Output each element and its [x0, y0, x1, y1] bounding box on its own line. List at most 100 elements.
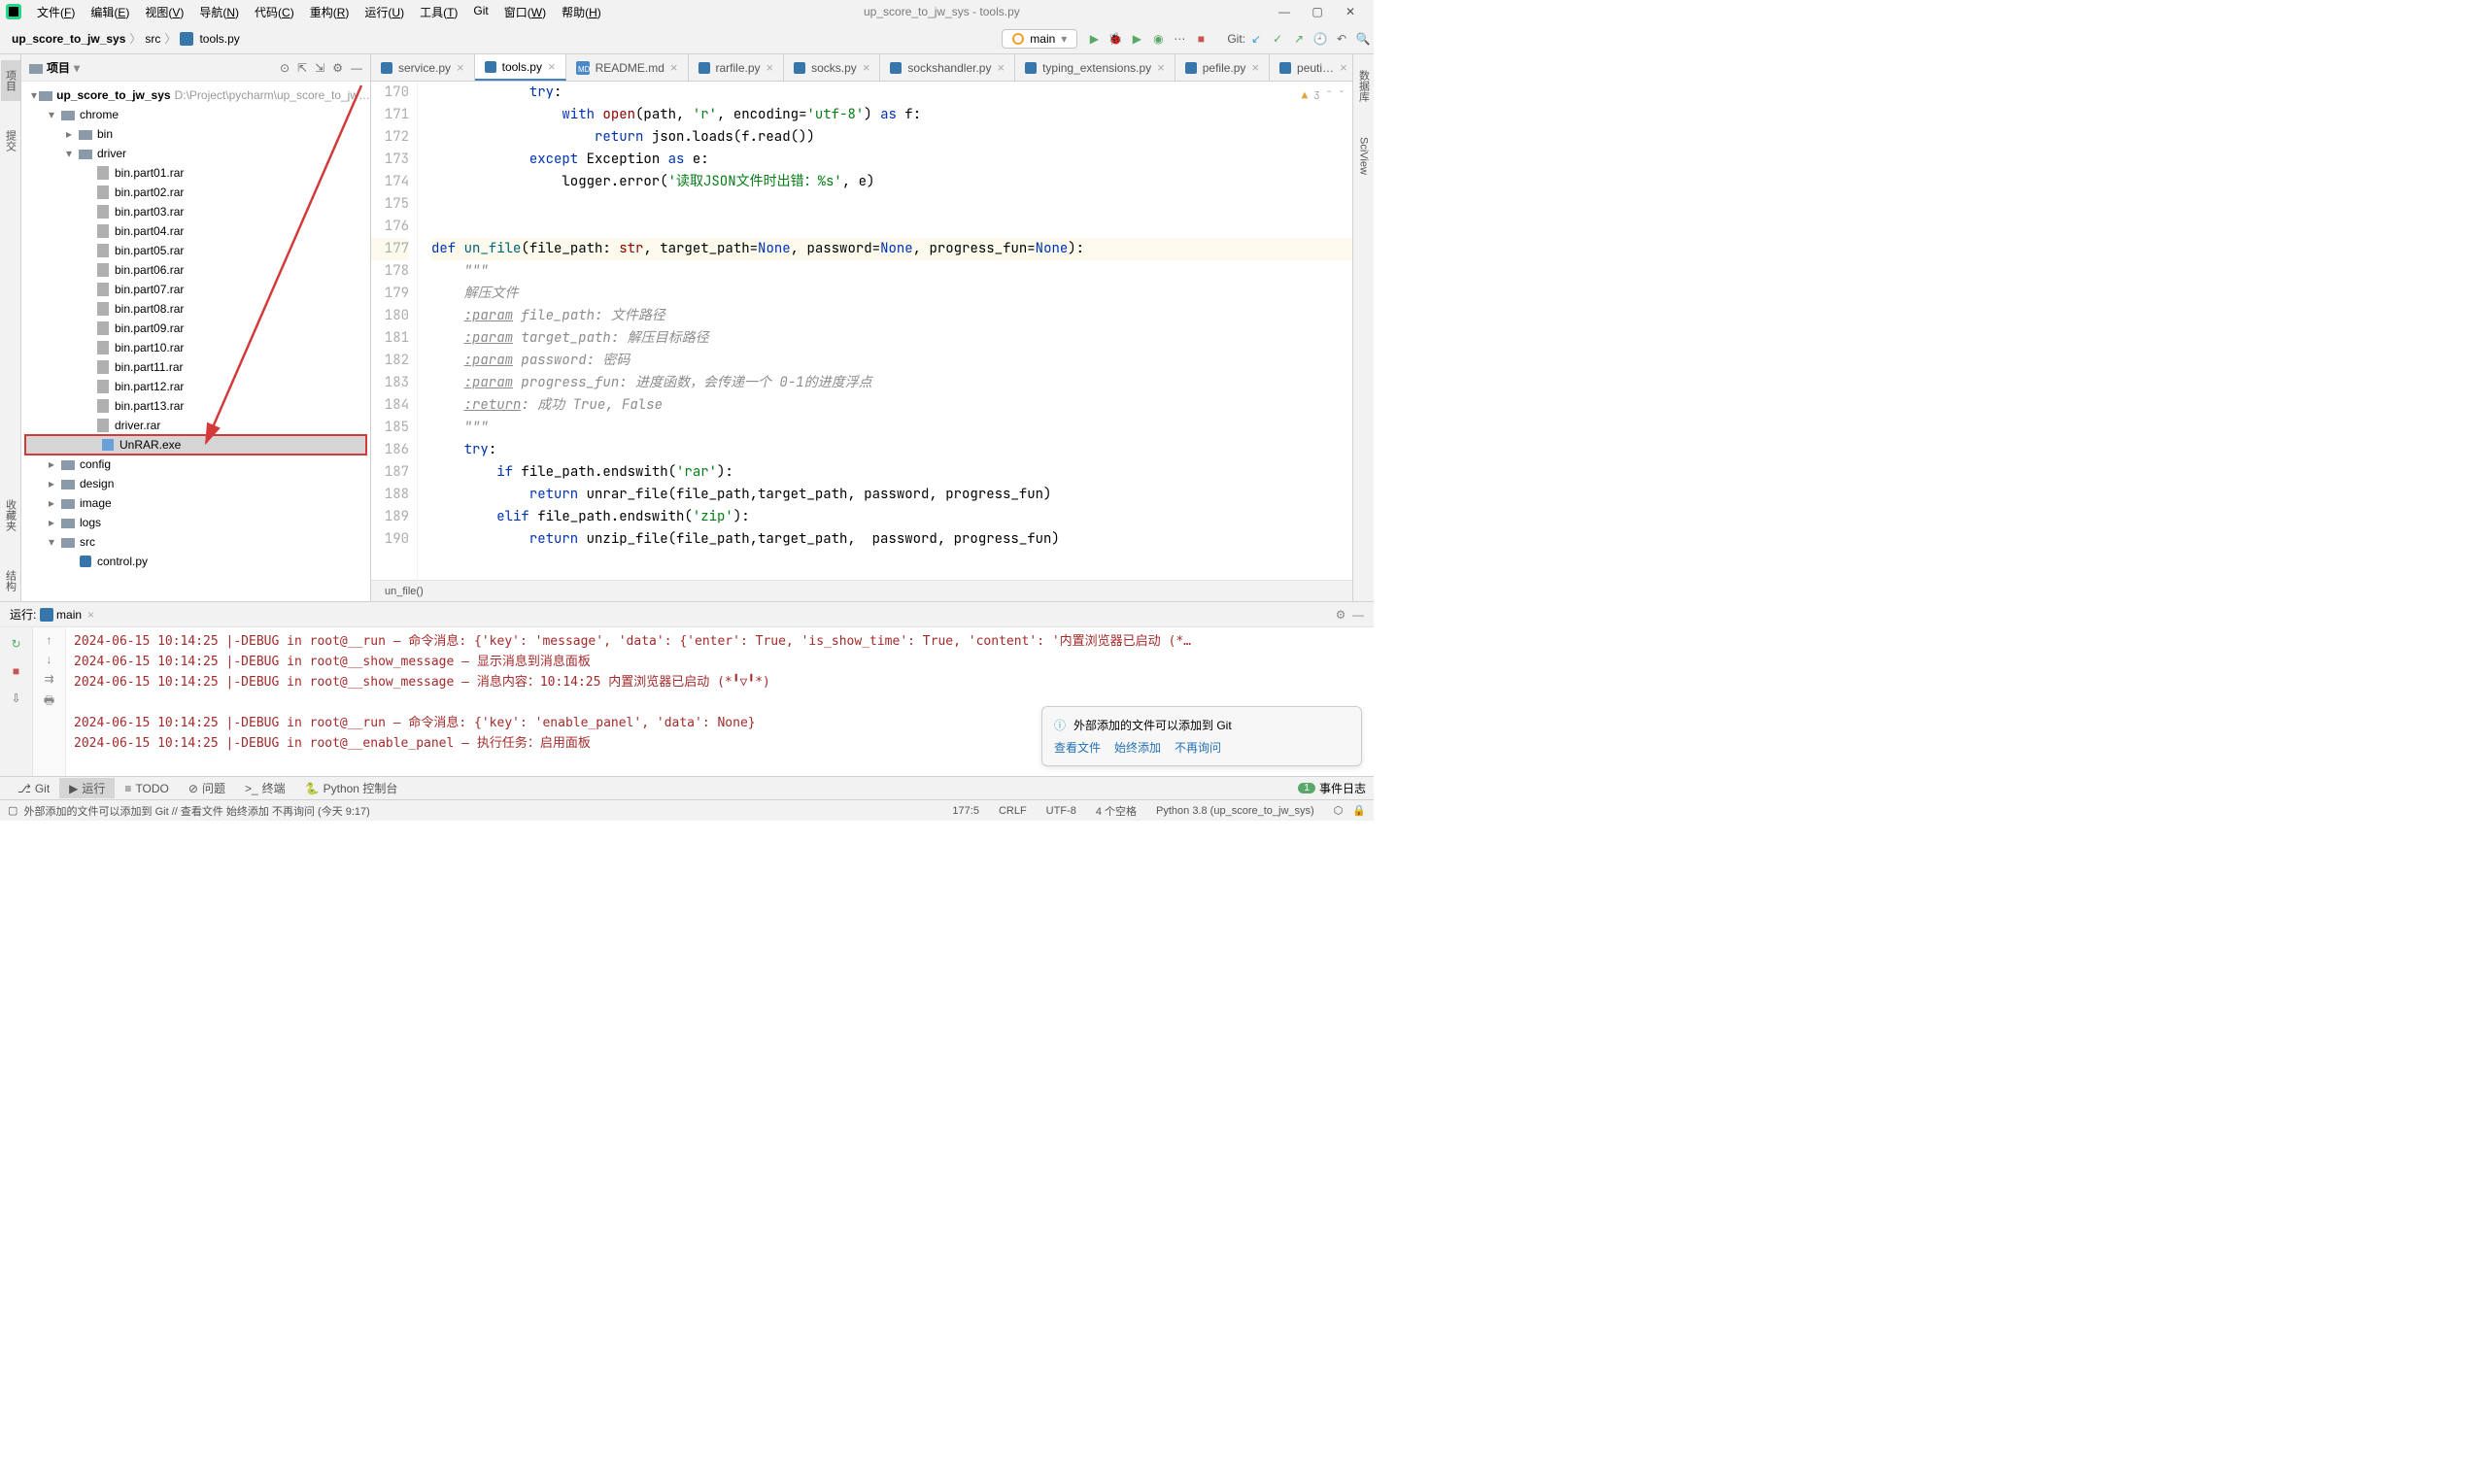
menu-工具(T)[interactable]: 工具(T)	[412, 2, 465, 22]
tree-item[interactable]: ▸config	[21, 455, 370, 474]
menu-文件(F)[interactable]: 文件(F)	[29, 2, 83, 22]
soft-wrap-icon[interactable]: ⇩	[6, 688, 27, 709]
tree-item[interactable]: ▸logs	[21, 513, 370, 532]
tool-tab-commit[interactable]: 提交	[1, 120, 20, 161]
hide-panel-icon[interactable]: —	[351, 61, 362, 75]
down-icon[interactable]: ↓	[47, 653, 52, 666]
print-icon[interactable]: 🖶	[44, 691, 54, 712]
rerun-button[interactable]: ↻	[6, 633, 27, 655]
menu-代码(C)[interactable]: 代码(C)	[247, 2, 302, 22]
menu-窗口(W)[interactable]: 窗口(W)	[496, 2, 554, 22]
tree-item[interactable]: ▸image	[21, 493, 370, 513]
editor-tab[interactable]: typing_extensions.py×	[1015, 54, 1175, 81]
code-editor[interactable]: 1701711721731741751761771781791801811821…	[371, 82, 1352, 580]
tree-item[interactable]: bin.part03.rar	[21, 202, 370, 221]
minimize-button[interactable]: —	[1275, 2, 1294, 21]
project-tree[interactable]: ▾up_score_to_jw_sys D:\Project\pycharm\u…	[21, 82, 370, 601]
tree-item[interactable]: bin.part07.rar	[21, 280, 370, 299]
tool-tab-database[interactable]: 数据库	[1354, 60, 1374, 112]
git-revert-button[interactable]: ↶	[1331, 28, 1352, 50]
stop-button[interactable]: ■	[1190, 28, 1211, 50]
tree-item[interactable]: bin.part04.rar	[21, 221, 370, 241]
tree-item[interactable]: ▸bin	[21, 124, 370, 144]
close-button[interactable]: ✕	[1341, 2, 1360, 21]
bottom-tab-Git[interactable]: ⎇Git	[8, 778, 59, 798]
editor-inspections[interactable]: ▲3 ˆˇ	[1302, 85, 1345, 108]
lock-icon[interactable]: 🔒	[1352, 804, 1366, 817]
python-interpreter[interactable]: Python 3.8 (up_score_to_jw_sys)	[1146, 805, 1324, 817]
git-branch-selector[interactable]: main ▾	[1002, 29, 1077, 49]
settings-icon[interactable]: ⚙	[332, 61, 343, 75]
bottom-tab-TODO[interactable]: ≡TODO	[115, 778, 178, 798]
editor-tab[interactable]: socks.py×	[784, 54, 880, 81]
bottom-tab-运行[interactable]: ▶运行	[59, 778, 115, 798]
more-run-button[interactable]: ⋯	[1169, 28, 1190, 50]
event-log-button[interactable]: 1 事件日志	[1298, 780, 1366, 796]
status-icon[interactable]: ▢	[8, 804, 17, 817]
tool-tab-favorites[interactable]: 收藏夹	[1, 489, 20, 541]
editor-tab[interactable]: sockshandler.py×	[880, 54, 1015, 81]
tree-item[interactable]: bin.part01.rar	[21, 163, 370, 183]
debug-button[interactable]: 🐞	[1105, 28, 1126, 50]
filter-icon[interactable]: ⇉	[44, 672, 53, 686]
git-status-icon[interactable]: ⬡	[1324, 804, 1353, 817]
tree-item[interactable]: bin.part12.rar	[21, 377, 370, 396]
maximize-button[interactable]: ▢	[1308, 2, 1327, 21]
git-commit-button[interactable]: ✓	[1267, 28, 1288, 50]
tree-item[interactable]: bin.part08.rar	[21, 299, 370, 319]
tree-item[interactable]: bin.part05.rar	[21, 241, 370, 260]
stop-run-button[interactable]: ■	[6, 660, 27, 682]
collapse-all-icon[interactable]: ⇲	[315, 61, 324, 75]
tree-item[interactable]: ▾src	[21, 532, 370, 552]
breadcrumb-folder[interactable]: src	[143, 32, 162, 46]
notif-link-always[interactable]: 始终添加	[1114, 739, 1161, 756]
run-button[interactable]: ▶	[1083, 28, 1105, 50]
menu-Git[interactable]: Git	[465, 2, 495, 22]
run-config-name[interactable]: main	[56, 608, 82, 622]
search-everywhere-button[interactable]: 🔍	[1352, 28, 1374, 50]
tool-tab-project[interactable]: 项目	[1, 60, 20, 101]
editor-breadcrumb[interactable]: un_file()	[371, 580, 1352, 601]
tree-item[interactable]: ▾up_score_to_jw_sys D:\Project\pycharm\u…	[21, 85, 370, 105]
tree-item[interactable]: UnRAR.exe	[25, 435, 366, 455]
tree-item[interactable]: bin.part13.rar	[21, 396, 370, 416]
menu-重构(R)[interactable]: 重构(R)	[302, 2, 358, 22]
notif-link-never[interactable]: 不再询问	[1175, 739, 1221, 756]
breadcrumb-file[interactable]: tools.py	[197, 32, 241, 46]
tree-item[interactable]: bin.part06.rar	[21, 260, 370, 280]
run-hide-icon[interactable]: —	[1352, 608, 1364, 622]
git-push-button[interactable]: ↗	[1288, 28, 1310, 50]
tree-item[interactable]: ▾chrome	[21, 105, 370, 124]
file-encoding[interactable]: UTF-8	[1037, 805, 1086, 817]
tree-item[interactable]: bin.part10.rar	[21, 338, 370, 357]
tree-item[interactable]: control.py	[21, 552, 370, 571]
editor-tab[interactable]: peuti…×	[1270, 54, 1352, 81]
caret-position[interactable]: 177:5	[942, 805, 989, 817]
bottom-tab-终端[interactable]: >_终端	[235, 778, 295, 798]
git-history-button[interactable]: 🕘	[1310, 28, 1331, 50]
tree-item[interactable]: ▸design	[21, 474, 370, 493]
coverage-button[interactable]: ▶	[1126, 28, 1147, 50]
notif-link-view[interactable]: 查看文件	[1054, 739, 1101, 756]
menu-运行(U)[interactable]: 运行(U)	[357, 2, 412, 22]
tree-item[interactable]: ▾driver	[21, 144, 370, 163]
git-update-button[interactable]: ↙	[1245, 28, 1267, 50]
indent-setting[interactable]: 4 个空格	[1086, 803, 1146, 819]
tree-item[interactable]: driver.rar	[21, 416, 370, 435]
tool-tab-structure[interactable]: 结构	[1, 560, 20, 601]
bottom-tab-Python 控制台[interactable]: 🐍Python 控制台	[295, 778, 408, 798]
expand-all-icon[interactable]: ⇱	[297, 61, 307, 75]
bottom-tab-问题[interactable]: ⊘问题	[179, 778, 235, 798]
run-settings-icon[interactable]: ⚙	[1336, 608, 1346, 622]
tool-tab-sciview[interactable]: SciView	[1356, 127, 1372, 185]
profile-button[interactable]: ◉	[1147, 28, 1169, 50]
menu-编辑(E)[interactable]: 编辑(E)	[83, 2, 137, 22]
line-ending[interactable]: CRLF	[989, 805, 1037, 817]
editor-tab[interactable]: service.py×	[371, 54, 475, 81]
editor-tab[interactable]: rarfile.py×	[689, 54, 785, 81]
tree-item[interactable]: bin.part11.rar	[21, 357, 370, 377]
up-icon[interactable]: ↑	[47, 633, 52, 647]
menu-视图(V)[interactable]: 视图(V)	[137, 2, 191, 22]
menu-导航(N)[interactable]: 导航(N)	[191, 2, 247, 22]
breadcrumb-root[interactable]: up_score_to_jw_sys	[10, 32, 127, 46]
